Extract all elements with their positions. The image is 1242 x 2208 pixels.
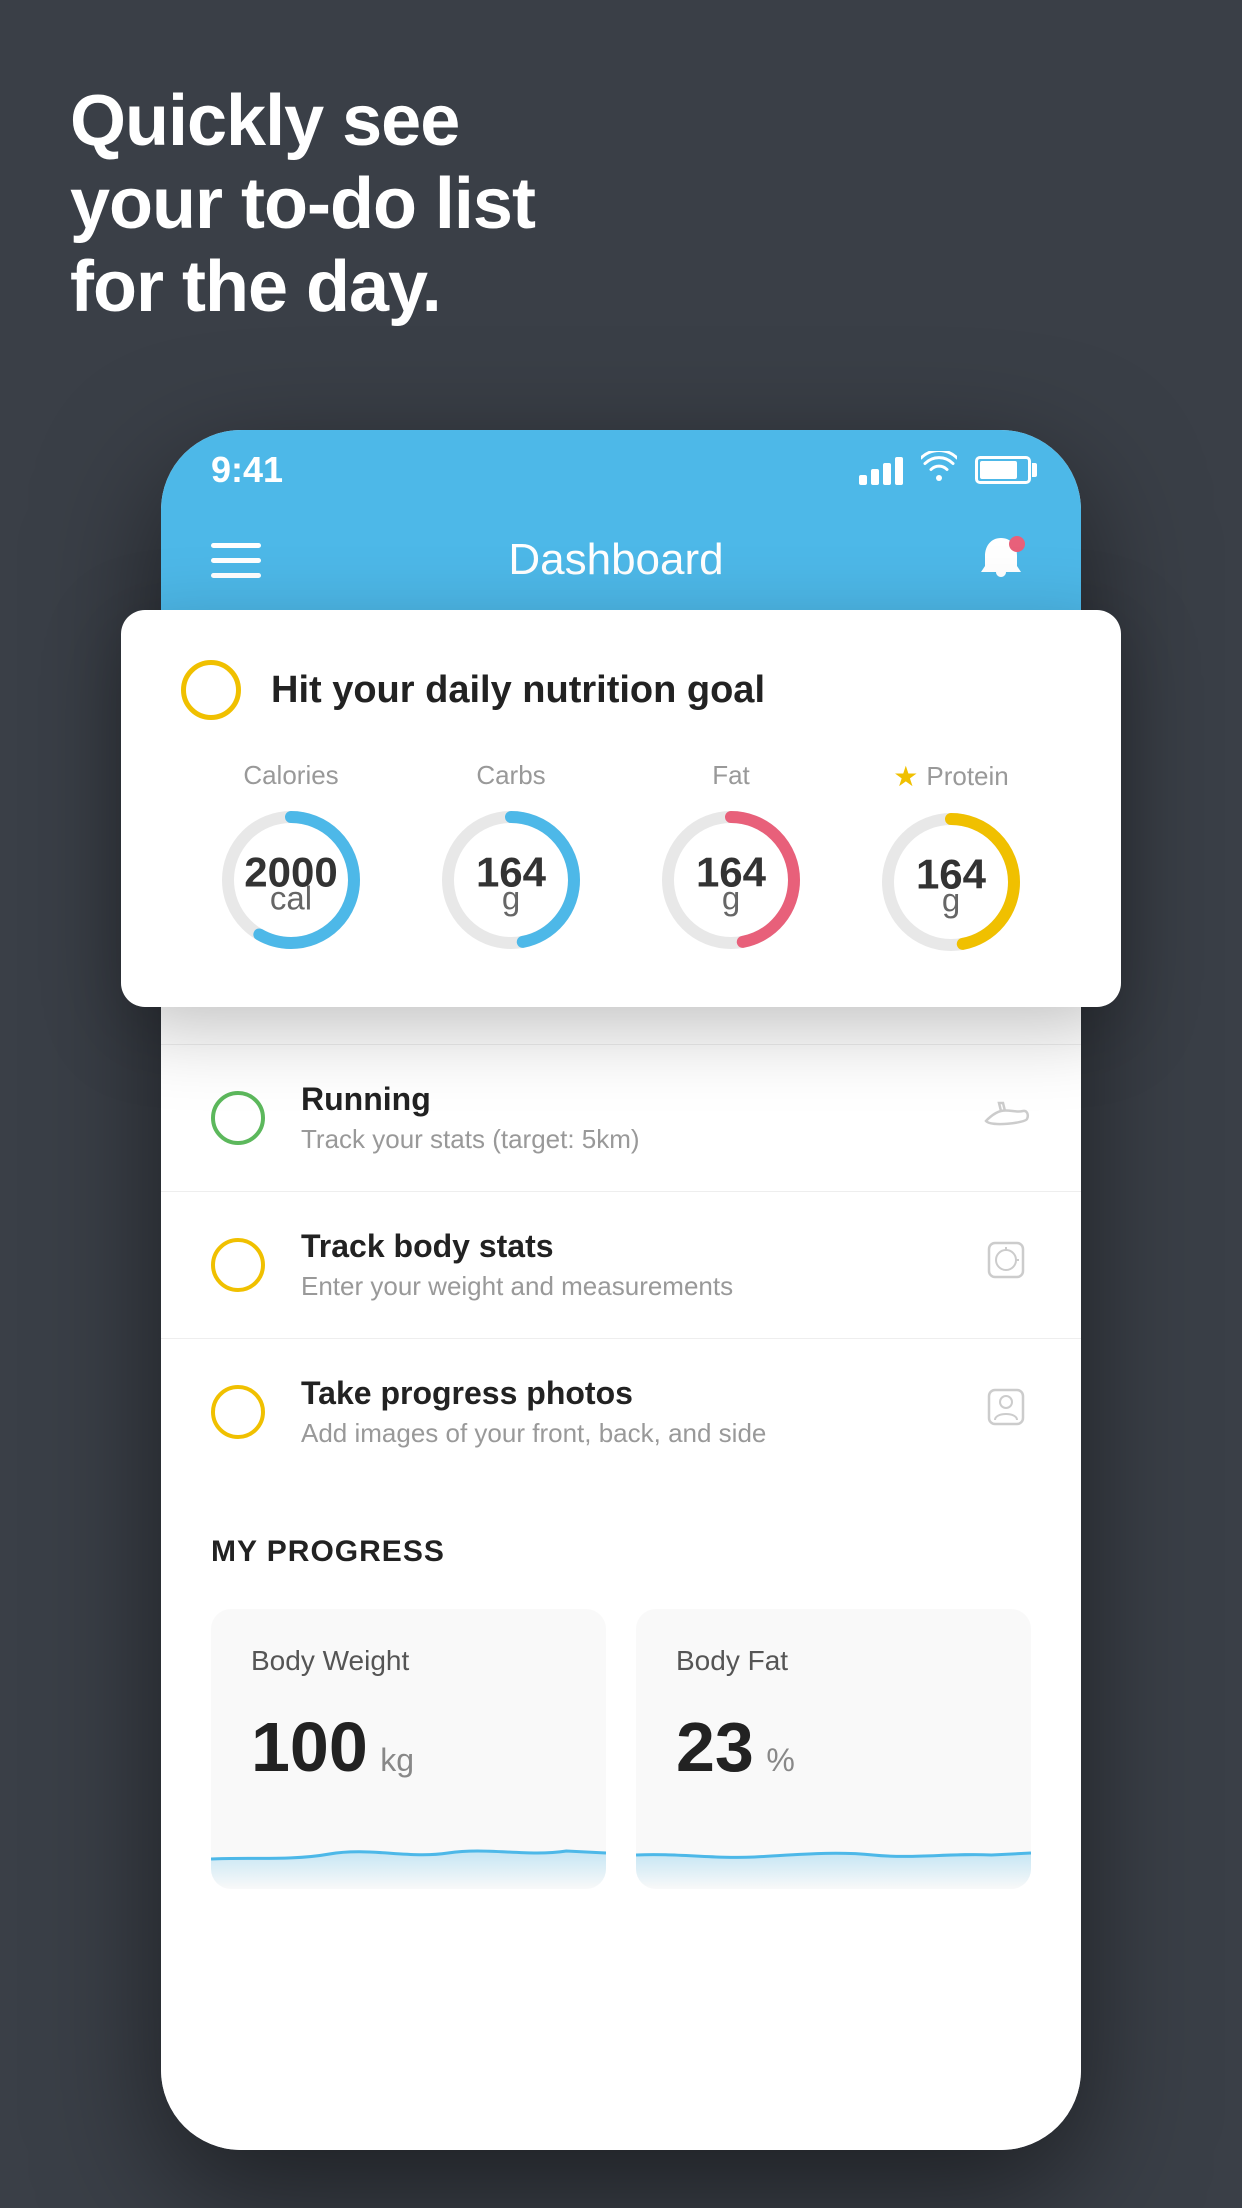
todo-text-stats: Track body stats Enter your weight and m… bbox=[301, 1228, 733, 1302]
nutrition-carbs: Carbs 164 g bbox=[436, 760, 586, 957]
nutrition-check-circle[interactable] bbox=[181, 660, 241, 720]
todo-photos-subtitle: Add images of your front, back, and side bbox=[301, 1418, 766, 1449]
svg-text:g: g bbox=[722, 880, 740, 917]
signal-icon bbox=[859, 455, 903, 485]
protein-chart: 164 g bbox=[876, 807, 1026, 957]
todo-running-subtitle: Track your stats (target: 5km) bbox=[301, 1124, 640, 1155]
nav-title: Dashboard bbox=[508, 535, 723, 585]
todo-circle-stats bbox=[211, 1238, 265, 1292]
todo-photos-title: Take progress photos bbox=[301, 1375, 766, 1412]
hero-line3: for the day. bbox=[70, 246, 535, 329]
hero-line1: Quickly see bbox=[70, 80, 535, 163]
body-weight-value: 100 bbox=[251, 1708, 368, 1786]
body-weight-unit: kg bbox=[380, 1742, 414, 1778]
body-fat-card[interactable]: Body Fat 23 % bbox=[636, 1609, 1031, 1889]
todo-item-body-stats[interactable]: Track body stats Enter your weight and m… bbox=[161, 1191, 1081, 1338]
fat-label: Fat bbox=[712, 760, 750, 791]
body-weight-card[interactable]: Body Weight 100 kg bbox=[211, 1609, 606, 1889]
progress-cards: Body Weight 100 kg bbox=[211, 1609, 1031, 1889]
todo-circle-running bbox=[211, 1091, 265, 1145]
status-time: 9:41 bbox=[211, 449, 283, 491]
progress-section: MY PROGRESS Body Weight 100 kg bbox=[161, 1485, 1081, 1919]
svg-text:g: g bbox=[502, 880, 520, 917]
status-bar: 9:41 bbox=[161, 430, 1081, 510]
todo-item-photos[interactable]: Take progress photos Add images of your … bbox=[161, 1338, 1081, 1485]
todo-stats-subtitle: Enter your weight and measurements bbox=[301, 1271, 733, 1302]
shoe-icon bbox=[981, 1093, 1031, 1143]
todo-stats-title: Track body stats bbox=[301, 1228, 733, 1265]
body-weight-label: Body Weight bbox=[251, 1645, 566, 1677]
protein-label: ★ Protein bbox=[893, 760, 1009, 793]
body-fat-label: Body Fat bbox=[676, 1645, 991, 1677]
todo-list: Running Track your stats (target: 5km) T… bbox=[161, 1044, 1081, 1485]
todo-text-running: Running Track your stats (target: 5km) bbox=[301, 1081, 640, 1155]
featured-nutrition-card: Hit your daily nutrition goal Calories 2… bbox=[121, 610, 1121, 1007]
todo-item-running[interactable]: Running Track your stats (target: 5km) bbox=[161, 1044, 1081, 1191]
calories-chart: 2000 cal bbox=[216, 805, 366, 955]
body-fat-value-row: 23 % bbox=[676, 1707, 991, 1787]
fat-chart: 164 g bbox=[656, 805, 806, 955]
star-icon: ★ bbox=[893, 760, 918, 793]
body-weight-chart bbox=[211, 1809, 606, 1889]
carbs-chart: 164 g bbox=[436, 805, 586, 955]
todo-circle-photos bbox=[211, 1385, 265, 1439]
nutrition-circles: Calories 2000 cal Carbs 164 g Fat bbox=[181, 760, 1061, 957]
status-icons bbox=[859, 451, 1031, 489]
hero-text: Quickly see your to-do list for the day. bbox=[70, 80, 535, 328]
todo-text-photos: Take progress photos Add images of your … bbox=[301, 1375, 766, 1449]
progress-title: MY PROGRESS bbox=[211, 1535, 1031, 1569]
svg-text:cal: cal bbox=[270, 880, 312, 917]
nutrition-calories: Calories 2000 cal bbox=[216, 760, 366, 957]
hamburger-menu[interactable] bbox=[211, 543, 261, 578]
nav-bar: Dashboard bbox=[161, 510, 1081, 610]
carbs-label: Carbs bbox=[476, 760, 545, 791]
todo-running-title: Running bbox=[301, 1081, 640, 1118]
body-fat-chart bbox=[636, 1809, 1031, 1889]
svg-text:g: g bbox=[942, 882, 960, 919]
body-fat-value: 23 bbox=[676, 1708, 754, 1786]
nutrition-fat: Fat 164 g bbox=[656, 760, 806, 957]
body-fat-unit: % bbox=[766, 1742, 794, 1778]
person-icon bbox=[981, 1382, 1031, 1442]
scale-icon bbox=[981, 1235, 1031, 1295]
battery-icon bbox=[975, 456, 1031, 484]
nutrition-protein: ★ Protein 164 g bbox=[876, 760, 1026, 957]
card-title: Hit your daily nutrition goal bbox=[271, 669, 765, 712]
body-weight-value-row: 100 kg bbox=[251, 1707, 566, 1787]
notification-bell-icon[interactable] bbox=[971, 530, 1031, 590]
card-title-row: Hit your daily nutrition goal bbox=[181, 660, 1061, 720]
calories-label: Calories bbox=[243, 760, 338, 791]
wifi-icon bbox=[921, 451, 957, 489]
hero-line2: your to-do list bbox=[70, 163, 535, 246]
